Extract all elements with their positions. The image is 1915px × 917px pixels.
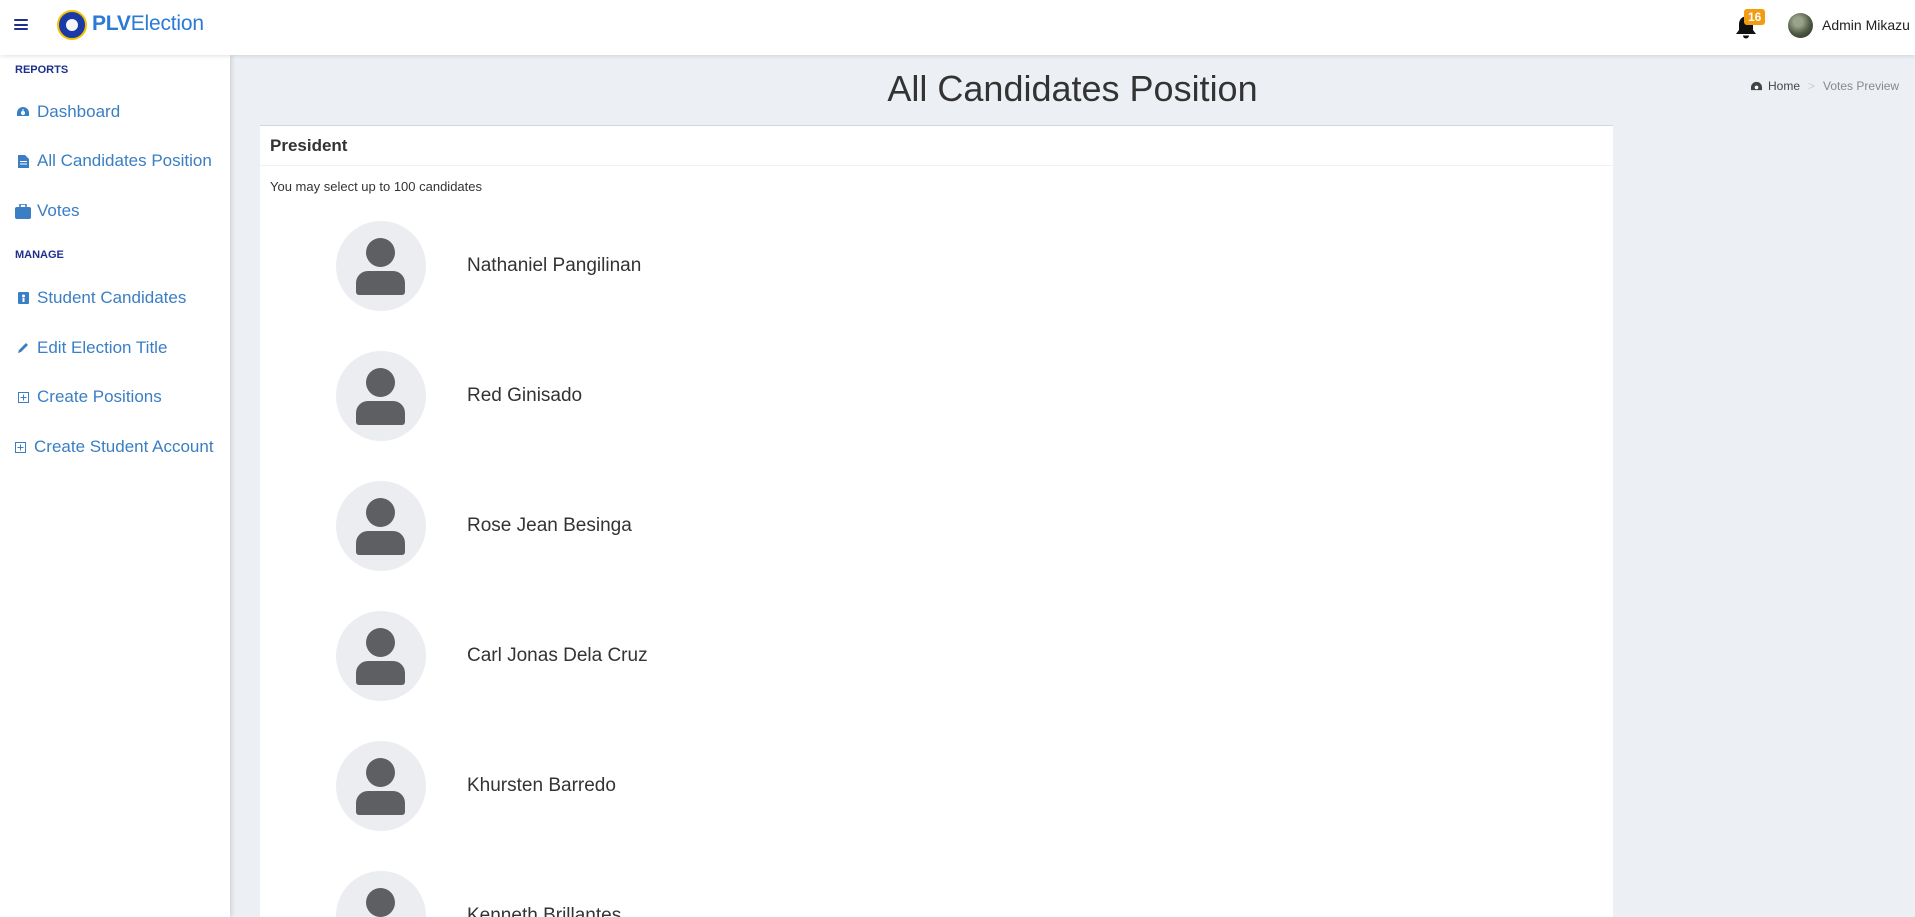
position-title: President	[260, 126, 1613, 166]
user-name[interactable]: Admin Mikazu	[1822, 17, 1910, 33]
candidate-item[interactable]: Kenneth Brillantes	[336, 871, 621, 917]
sidebar-item-create-student-account[interactable]: Create Student Account	[15, 437, 214, 457]
candidate-avatar-icon	[336, 221, 426, 311]
sidebar-item-student-candidates[interactable]: Student Candidates	[15, 288, 186, 308]
pencil-icon	[15, 342, 31, 354]
position-box: President You may select up to 100 candi…	[260, 125, 1613, 917]
sidebar-item-create-positions[interactable]: Create Positions	[15, 387, 162, 407]
user-avatar[interactable]	[1788, 13, 1813, 38]
dashboard-icon	[15, 106, 31, 118]
candidate-name: Khursten Barredo	[467, 775, 616, 796]
plv-logo[interactable]	[57, 10, 87, 40]
candidate-avatar-icon	[336, 611, 426, 701]
selection-note: You may select up to 100 candidates	[270, 179, 482, 194]
candidate-avatar-icon	[336, 741, 426, 831]
briefcase-icon	[15, 203, 31, 219]
candidate-name: Carl Jonas Dela Cruz	[467, 645, 648, 666]
file-icon	[15, 154, 31, 168]
candidate-name: Kenneth Brillantes	[467, 905, 622, 917]
breadcrumb-home-link[interactable]: Home	[1768, 79, 1800, 93]
candidate-item[interactable]: Nathaniel Pangilinan	[336, 221, 641, 311]
plus-square-icon	[15, 441, 26, 453]
notification-badge: 16	[1744, 9, 1766, 25]
sidebar: REPORTS Dashboard All Candidates Positio…	[0, 55, 230, 917]
candidate-item[interactable]: Khursten Barredo	[336, 741, 616, 831]
sidebar-item-votes[interactable]: Votes	[15, 201, 80, 221]
top-navbar: PLVElection 16 Admin Mikazu	[0, 0, 1915, 55]
candidate-name: Red Ginisado	[467, 385, 583, 406]
candidate-name: Rose Jean Besinga	[467, 515, 632, 536]
candidate-avatar-icon	[336, 481, 426, 571]
candidate-item[interactable]: Red Ginisado	[336, 351, 582, 441]
reports-header: REPORTS	[15, 64, 69, 76]
sidebar-item-dashboard[interactable]: Dashboard	[15, 102, 120, 122]
sidebar-item-edit-election-title[interactable]: Edit Election Title	[15, 338, 167, 358]
breadcrumb: Home > Votes Preview	[1750, 79, 1899, 93]
candidate-item[interactable]: Rose Jean Besinga	[336, 481, 632, 571]
breadcrumb-current: Votes Preview	[1823, 79, 1900, 93]
menu-toggle-icon[interactable]	[14, 19, 28, 30]
page-title: All Candidates Position	[887, 68, 1258, 109]
dashboard-icon	[1751, 81, 1762, 90]
sidebar-item-all-candidates-position[interactable]: All Candidates Position	[15, 151, 212, 171]
id-badge-icon	[15, 292, 31, 304]
candidate-name: Nathaniel Pangilinan	[467, 255, 642, 276]
manage-header: MANAGE	[15, 249, 64, 261]
plus-square-icon	[15, 391, 31, 403]
breadcrumb-separator: >	[1808, 79, 1816, 93]
brand-title[interactable]: PLVElection	[92, 12, 204, 36]
candidate-avatar-icon	[336, 351, 426, 441]
candidate-item[interactable]: Carl Jonas Dela Cruz	[336, 611, 648, 701]
candidate-avatar-icon	[336, 871, 426, 917]
